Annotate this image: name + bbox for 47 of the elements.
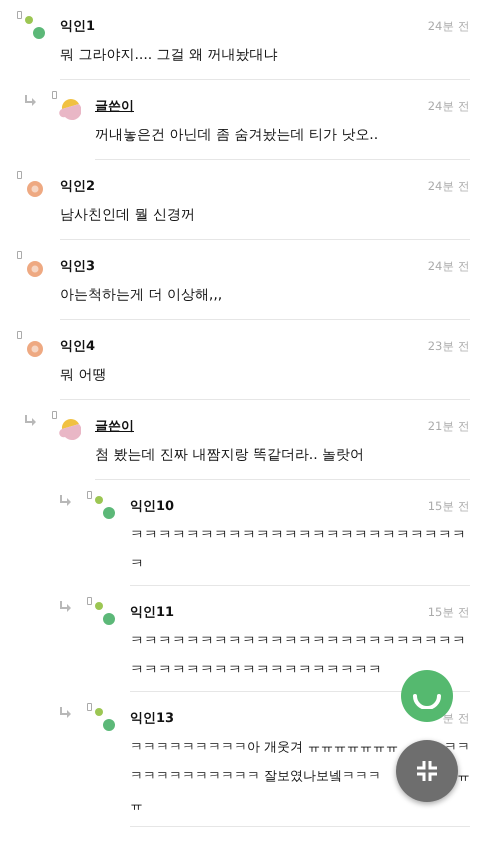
author-name: 글쓴이 <box>95 418 134 436</box>
tag-icon <box>52 91 57 99</box>
timestamp: 15분 전 <box>428 498 470 515</box>
reply-arrow-icon <box>25 94 37 106</box>
comment-text: ㅋㅋㅋㅋㅋㅋㅋㅋㅋㅋㅋㅋㅋㅋㅋㅋㅋㅋㅋㅋㅋㅋㅋㅋㅋㅋㅋㅋㅋㅋㅋㅋㅋㅋㅋㅋㅋㅋㅋㅋㅋㅋ <box>130 632 467 680</box>
timestamp: 24분 전 <box>428 18 470 35</box>
timestamp: 21분 전 <box>428 418 470 435</box>
comment-text: ㅠ <box>457 768 470 786</box>
timestamp: 23분 전 <box>428 338 470 355</box>
reply-arrow-icon <box>25 414 37 426</box>
comment-text: 뭐 그라야지.... 그걸 왜 꺼내놨대냐 <box>60 46 279 65</box>
comment-text: 뭐 어땡 <box>60 366 108 385</box>
commenter-name: 익인11 <box>130 604 174 622</box>
reply-arrow-icon <box>60 600 72 612</box>
smile-icon <box>412 693 442 709</box>
author-name: 글쓴이 <box>95 98 134 116</box>
comment-text: 아는척하는게 더 이상해,,, <box>60 286 224 305</box>
reply-arrow-icon <box>60 706 72 718</box>
comment-text: ㅋㅋㅋㅋㅋㅋㅋㅋㅋ아 개웃겨 ㅠㅠㅠㅠㅠㅠㅠ <box>130 739 398 757</box>
tag-icon <box>17 331 22 339</box>
commenter-name: 익인1 <box>60 18 96 36</box>
commenter-name: 익인13 <box>130 710 174 728</box>
comment-text: ㅋㅋ <box>444 739 470 757</box>
timestamp: 15분 전 <box>428 604 470 621</box>
comment-text: ㅋㅋㅋㅋㅋㅋㅋㅋㅋㅋㅋㅋㅋㅋㅋㅋㅋㅋㅋㅋㅋㅋㅋㅋㅋ <box>130 526 467 574</box>
commenter-name: 익인10 <box>130 498 174 516</box>
comment-text: ㅋㅋㅋㅋㅋㅋㅋㅋㅋㅋ 잘보였나보넼ㅋㅋㅋ <box>130 768 382 786</box>
timestamp: 분 전 <box>442 710 470 727</box>
commenter-name: 익인3 <box>60 258 96 276</box>
tag-icon <box>17 251 22 259</box>
tag-icon <box>87 491 92 499</box>
tag-icon <box>17 171 22 179</box>
comment-text: 꺼내놓은건 아닌데 좀 숨겨놨는데 티가 낫오.. <box>95 126 380 145</box>
timestamp: 24분 전 <box>428 98 470 115</box>
timestamp: 24분 전 <box>428 178 470 195</box>
commenter-name: 익인4 <box>60 338 96 356</box>
tag-icon <box>52 411 57 419</box>
timestamp: 24분 전 <box>428 258 470 275</box>
comment-text: 첨 봤는데 진짜 내짬지랑 똑같더라.. 놀랏어 <box>95 446 366 465</box>
commenter-name: 익인2 <box>60 178 96 196</box>
comment-text: ㅠ <box>130 797 143 815</box>
tag-icon <box>87 703 92 711</box>
comment-text: 남사친인데 뭘 신경꺼 <box>60 206 196 225</box>
tag-icon <box>87 597 92 605</box>
collapse-icon <box>416 760 438 782</box>
tag-icon <box>17 11 22 19</box>
reply-arrow-icon <box>60 494 72 506</box>
